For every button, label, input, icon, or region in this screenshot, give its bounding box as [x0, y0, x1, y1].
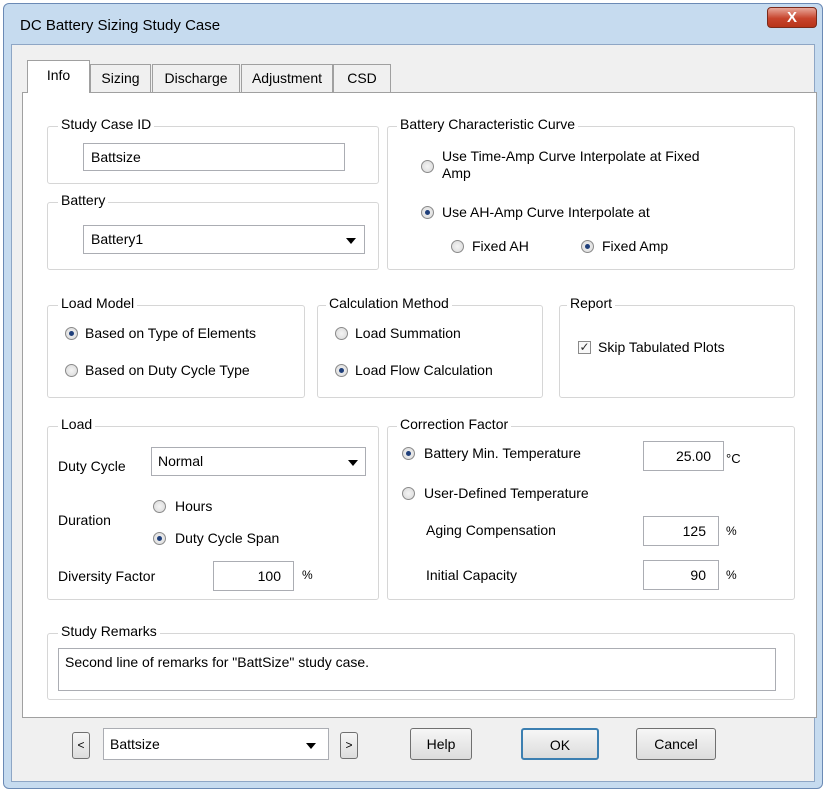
next-button[interactable]: > — [340, 732, 358, 759]
fixed-ah-label: Fixed AH — [472, 238, 529, 254]
based-on-duty-cycle-radio[interactable] — [65, 364, 78, 377]
load-legend: Load — [58, 416, 96, 432]
close-button[interactable]: X — [767, 7, 817, 28]
based-on-elements-label: Based on Type of Elements — [85, 325, 256, 341]
duty-cycle-span-radio[interactable] — [153, 532, 166, 545]
report-legend: Report — [567, 295, 616, 311]
time-amp-line1: Use Time-Amp Curve Interpolate at Fixed — [442, 148, 700, 164]
temperature-unit: °C — [726, 451, 741, 466]
previous-button[interactable]: < — [72, 732, 90, 759]
load-flow-radio[interactable] — [335, 364, 348, 377]
diversity-unit: % — [302, 568, 313, 582]
duration-label: Duration — [58, 512, 111, 528]
based-on-elements-radio[interactable] — [65, 327, 78, 340]
tab-adjustment[interactable]: Adjustment — [241, 64, 333, 92]
temperature-input[interactable]: 25.00 — [643, 441, 724, 471]
tab-info[interactable]: Info — [27, 60, 90, 93]
time-amp-curve-radio[interactable] — [421, 160, 434, 173]
calculation-method-legend: Calculation Method — [326, 295, 452, 311]
duty-cycle-select[interactable]: Normal — [151, 447, 366, 476]
load-model-group — [47, 305, 305, 398]
initial-capacity-unit: % — [726, 568, 737, 582]
chevron-down-icon — [348, 460, 358, 466]
based-on-duty-cycle-label: Based on Duty Cycle Type — [85, 362, 250, 378]
chevron-down-icon — [346, 238, 356, 244]
fixed-ah-radio[interactable] — [451, 240, 464, 253]
study-case-select-value: Battsize — [110, 736, 160, 752]
characteristic-curve-legend: Battery Characteristic Curve — [397, 116, 579, 132]
study-remarks-legend: Study Remarks — [58, 623, 160, 639]
duty-cycle-span-label: Duty Cycle Span — [175, 530, 280, 546]
battery-select[interactable]: Battery1 — [83, 225, 365, 254]
aging-compensation-label: Aging Compensation — [426, 522, 556, 538]
help-button[interactable]: Help — [410, 728, 472, 760]
load-flow-label: Load Flow Calculation — [355, 362, 493, 378]
initial-capacity-input[interactable]: 90 — [643, 560, 719, 590]
tab-sizing[interactable]: Sizing — [90, 64, 151, 92]
fixed-amp-label: Fixed Amp — [602, 238, 669, 254]
tab-discharge[interactable]: Discharge — [152, 64, 240, 92]
user-defined-temperature-label: User-Defined Temperature — [424, 485, 589, 501]
initial-capacity-label: Initial Capacity — [426, 567, 518, 583]
battery-min-temperature-label: Battery Min. Temperature — [424, 445, 581, 461]
chevron-down-icon — [306, 743, 316, 749]
battery-min-temperature-radio[interactable] — [402, 447, 415, 460]
skip-tabulated-plots-checkbox[interactable]: ✓ — [578, 341, 591, 354]
duty-cycle-label: Duty Cycle — [58, 458, 126, 474]
aging-compensation-input[interactable]: 125 — [643, 516, 719, 546]
window-title: DC Battery Sizing Study Case — [20, 17, 221, 34]
ah-amp-curve-radio[interactable] — [421, 206, 434, 219]
user-defined-temperature-radio[interactable] — [402, 487, 415, 500]
duration-hours-radio[interactable] — [153, 500, 166, 513]
duration-hours-label: Hours — [175, 498, 213, 514]
time-amp-line2: Amp — [442, 165, 471, 181]
load-model-legend: Load Model — [58, 295, 138, 311]
study-case-select[interactable]: Battsize — [103, 728, 329, 760]
battery-select-value: Battery1 — [91, 231, 144, 247]
ah-amp-curve-label: Use AH-Amp Curve Interpolate at — [442, 204, 650, 220]
duty-cycle-select-value: Normal — [158, 453, 204, 469]
tab-csd[interactable]: CSD — [333, 64, 391, 92]
diversity-factor-label: Diversity Factor — [58, 568, 156, 584]
battery-legend: Battery — [58, 192, 109, 208]
correction-factor-legend: Correction Factor — [397, 416, 512, 432]
aging-unit: % — [726, 524, 737, 538]
study-case-id-legend: Study Case ID — [58, 116, 155, 132]
load-summation-radio[interactable] — [335, 327, 348, 340]
ok-button[interactable]: OK — [521, 728, 599, 760]
study-case-id-input[interactable]: Battsize — [83, 143, 345, 171]
study-remarks-textarea[interactable]: Second line of remarks for "BattSize" st… — [58, 648, 776, 691]
fixed-amp-radio[interactable] — [581, 240, 594, 253]
cancel-button[interactable]: Cancel — [636, 728, 716, 760]
skip-tabulated-plots-label: Skip Tabulated Plots — [598, 339, 725, 355]
diversity-factor-input[interactable]: 100 — [213, 561, 294, 591]
time-amp-curve-label: Use Time-Amp Curve Interpolate at Fixed A… — [442, 148, 700, 182]
calculation-method-group — [317, 305, 543, 398]
load-summation-label: Load Summation — [355, 325, 461, 341]
